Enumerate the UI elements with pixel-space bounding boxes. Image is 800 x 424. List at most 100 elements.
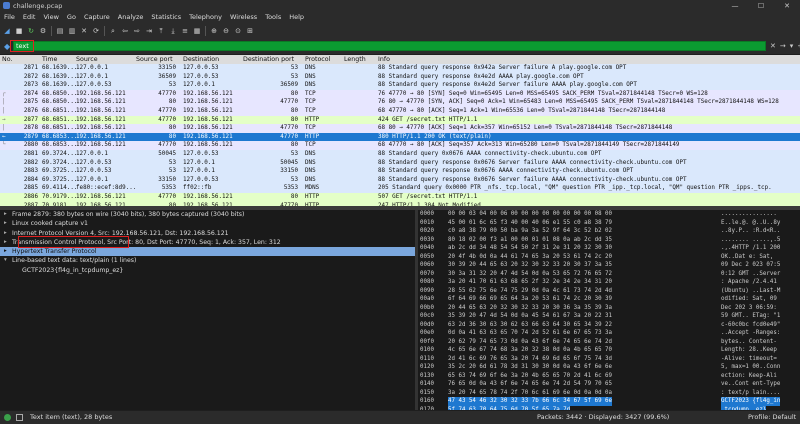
menu-edit[interactable]: Edit [23, 13, 36, 21]
autoscroll-icon[interactable]: ≡ [181, 27, 189, 35]
menu-analyze[interactable]: Analyze [118, 13, 144, 21]
packet-row[interactable]: │ 2878 68.6851... 192.168.56.121 80 192.168.5… [0, 124, 800, 133]
display-filter-input[interactable]: text [13, 41, 766, 51]
reload-file-icon[interactable]: ⟳ [92, 27, 100, 35]
apply-filter-icon[interactable]: → [780, 42, 786, 51]
resize-columns-icon[interactable]: ⊞ [246, 27, 254, 35]
column-info[interactable]: Info [378, 55, 390, 64]
packet-row[interactable]: 2873 68.1639... 127.0.0.53 53 127.0.0.1 36509… [0, 81, 800, 90]
bytes-row: 00d0 63 2d 36 30 63 30 62 63 66 63 64 30 … [418, 321, 800, 330]
close-button[interactable]: ✕ [774, 2, 800, 10]
find-packet-icon[interactable]: ⌕ [109, 27, 117, 35]
filter-actions: ✕ → ▾ + [770, 42, 800, 51]
bytes-ascii: ection: Keep-Ali [721, 372, 777, 379]
packet-row[interactable]: 2884 69.3725... 127.0.0.1 33150 127.0.0.53 53… [0, 175, 800, 185]
open-file-icon[interactable]: ▤ [56, 27, 64, 35]
packet-row[interactable]: → 2877 68.6851... 192.168.56.121 47770 192.16… [0, 115, 800, 125]
packet-row[interactable]: 2871 68.1639... 127.0.0.1 33150 127.0.0.53 53… [0, 64, 800, 73]
expert-info-icon[interactable] [4, 414, 11, 421]
bytes-row: 0140 76 65 0d 0a 43 6f 6e 74 65 6e 74 2d … [418, 380, 800, 389]
filter-history-icon[interactable]: ▾ [790, 42, 794, 51]
maximize-button[interactable]: ☐ [748, 2, 774, 10]
packet-row[interactable]: 2872 68.1639... 127.0.0.1 36509 127.0.0.53 53… [0, 72, 800, 82]
bytes-off: 0140 [420, 381, 434, 387]
zoom-in-icon[interactable]: ⊕ [210, 27, 218, 35]
zoom-out-icon[interactable]: ⊖ [222, 27, 230, 35]
go-forward-icon[interactable]: ⇨ [133, 27, 141, 35]
expand-arrow-icon[interactable]: ▸ [4, 229, 7, 238]
column-time[interactable]: Time [42, 55, 57, 64]
capture-comment-icon[interactable] [16, 414, 23, 421]
expand-arrow-icon[interactable]: ▸ [4, 247, 7, 256]
bytes-hex: 65 63 74 69 6f 6e 3a 20 4b 65 65 70 2d 4… [448, 372, 613, 379]
expand-arrow-icon[interactable]: ▸ [4, 210, 7, 219]
menu-telephony[interactable]: Telephony [189, 13, 222, 21]
packet-time-cell: 68.6851... [42, 116, 78, 123]
column-length[interactable]: Length [344, 55, 366, 64]
detail-tree-item[interactable]: ▸ Frame 2879: 380 bytes on wire (3040 bit… [0, 210, 415, 219]
packet-row[interactable]: 2886 70.9179... 192.168.56.121 47770 192.168… [0, 192, 800, 202]
menu-wireless[interactable]: Wireless [230, 13, 257, 21]
menu-help[interactable]: Help [289, 13, 304, 21]
packet-info-cell: 76 80 → 47770 [SYN, ACK] Seq=0 Ack=1 Win… [378, 99, 779, 106]
packet-row[interactable]: ← 2879 68.6853... 192.168.56.121 80 192.168.5… [0, 132, 800, 142]
first-packet-icon[interactable]: ⤒ [157, 27, 165, 35]
packet-sport-cell: 33150 [158, 65, 176, 71]
bytes-ascii: (Ubuntu) ..Last-M [721, 287, 781, 294]
menu-view[interactable]: View [43, 13, 58, 21]
last-packet-icon[interactable]: ⤓ [169, 27, 177, 35]
profile-indicator[interactable]: Profile: Default [748, 411, 796, 424]
bytes-row: 00c0 35 39 20 47 4d 54 0d 0a 45 54 61 67 … [418, 312, 800, 321]
menu-go[interactable]: Go [67, 13, 76, 21]
capture-options-icon[interactable]: ⚙ [39, 27, 47, 35]
packet-row[interactable]: 2882 69.3724... 127.0.0.53 53 127.0.0.1 50045… [0, 158, 800, 168]
minimize-button[interactable]: — [722, 2, 748, 10]
packet-src-cell: 127.0.0.53 [76, 159, 112, 166]
packet-row[interactable]: ┌ 2874 68.6850... 192.168.56.121 47770 192.16… [0, 89, 800, 99]
go-to-packet-icon[interactable]: ⇥ [145, 27, 153, 35]
column-protocol[interactable]: Protocol [305, 55, 330, 64]
stop-capture-icon[interactable]: ■ [15, 27, 23, 35]
packet-row[interactable]: │ 2875 68.6850... 192.168.56.121 80 192.168.5… [0, 98, 800, 107]
packet-row[interactable]: 2883 69.3725... 127.0.0.53 53 127.0.0.1 33150… [0, 167, 800, 176]
menu-file[interactable]: File [4, 13, 15, 21]
menu-capture[interactable]: Capture [84, 13, 110, 21]
menu-statistics[interactable]: Statistics [151, 13, 181, 21]
packet-no-cell: 2878 [23, 125, 38, 132]
detail-tree-item[interactable]: ▸ Linux cooked capture v1 [0, 219, 415, 228]
expand-arrow-icon[interactable]: ▸ [4, 219, 7, 228]
packet-row[interactable]: │ 2876 68.6851... 192.168.56.121 47770 192.16… [0, 106, 800, 116]
save-file-icon[interactable]: ▥ [68, 27, 76, 35]
packet-row[interactable]: 2881 69.3724... 127.0.0.1 50045 127.0.0.53 53… [0, 149, 800, 159]
column-source-port[interactable]: Source port [136, 55, 173, 64]
go-back-icon[interactable]: ⇦ [121, 27, 129, 35]
packet-mk-cell: │ [2, 107, 6, 114]
column-no[interactable]: No. [2, 55, 12, 64]
detail-tree-item[interactable]: ▸ Hypertext Transfer Protocol [0, 247, 415, 257]
start-capture-icon[interactable]: ◢ [3, 27, 11, 35]
expand-arrow-icon[interactable]: ▾ [4, 256, 7, 265]
menu-tools[interactable]: Tools [265, 13, 281, 21]
bytes-off: 0040 [420, 245, 434, 251]
column-destination-port[interactable]: Destination port [243, 55, 294, 64]
packet-proto-cell: DNS [305, 82, 316, 89]
packet-proto-cell: DNS [305, 159, 316, 166]
packet-sport-cell: 80 [168, 99, 176, 106]
close-file-icon[interactable]: ✕ [80, 27, 88, 35]
packet-row[interactable]: └ 2880 68.6853... 192.168.56.121 47770 192.16… [0, 141, 800, 150]
detail-tree-item[interactable]: GCTF2023{fl4g_in_tcpdump_ez} [0, 266, 415, 275]
expand-arrow-icon[interactable]: ▸ [4, 238, 7, 247]
restart-capture-icon[interactable]: ↻ [27, 27, 35, 35]
bytes-off: 0120 [420, 364, 434, 370]
clear-filter-icon[interactable]: ✕ [770, 42, 776, 51]
colorize-icon[interactable]: ▦ [193, 27, 201, 35]
detail-tree-item[interactable]: ▾ Line-based text data: text/plain (1 lin… [0, 256, 415, 265]
packet-dst-cell: 127.0.0.53 [183, 150, 219, 157]
packet-row[interactable]: 2885 69.4114... fe80::ecef:8d9... 5353 ff02:… [0, 184, 800, 193]
zoom-reset-icon[interactable]: ⊙ [234, 27, 242, 35]
bytes-off: 0080 [420, 279, 434, 285]
column-source[interactable]: Source [76, 55, 98, 64]
detail-tree-label: Line-based text data: text/plain (1 line… [12, 257, 137, 265]
column-destination[interactable]: Destination [183, 55, 219, 64]
bytes-hex: ab 2c dd 34 48 54 54 50 2f 31 2e 31 20 3… [448, 245, 613, 251]
